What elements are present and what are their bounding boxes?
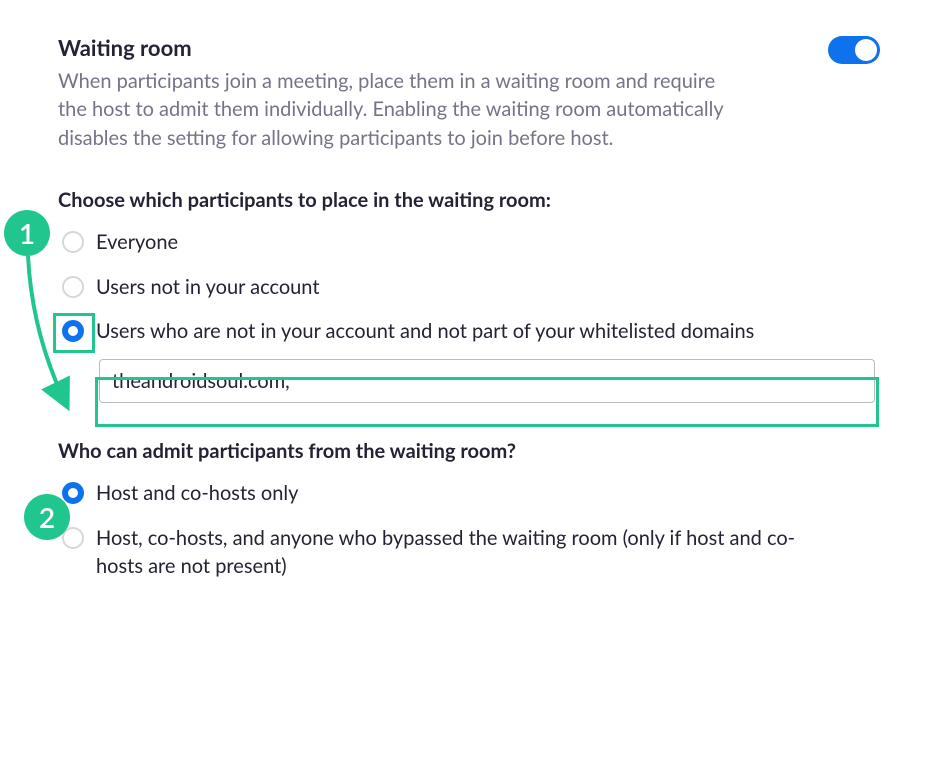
admit-section-label: Who can admit participants from the wait…: [58, 439, 880, 463]
radio-not-in-account[interactable]: Users not in your account: [58, 273, 880, 301]
radio-label: Users who are not in your account and no…: [96, 317, 754, 345]
whitelisted-domains-input[interactable]: [99, 359, 875, 403]
radio-label: Users not in your account: [96, 273, 320, 301]
radio-label: Host and co-hosts only: [96, 479, 298, 507]
radio-icon: [62, 320, 84, 342]
annotation-badge-1: 1: [4, 210, 50, 256]
setting-title: Waiting room: [58, 34, 738, 61]
radio-host-cohosts-anyone[interactable]: Host, co-hosts, and anyone who bypassed …: [58, 524, 880, 581]
radio-label: Everyone: [96, 228, 178, 256]
waiting-room-toggle[interactable]: [828, 36, 880, 64]
setting-description: When participants join a meeting, place …: [58, 67, 738, 152]
radio-whitelisted-domains[interactable]: Users who are not in your account and no…: [58, 317, 880, 345]
participants-section-label: Choose which participants to place in th…: [58, 188, 880, 212]
settings-section: Waiting room When participants join a me…: [58, 34, 880, 581]
annotation-badge-2: 2: [24, 494, 70, 540]
radio-icon: [62, 231, 84, 253]
radio-label: Host, co-hosts, and anyone who bypassed …: [96, 524, 836, 581]
radio-host-cohosts-only[interactable]: Host and co-hosts only: [58, 479, 880, 507]
radio-icon: [62, 276, 84, 298]
radio-everyone[interactable]: Everyone: [58, 228, 880, 256]
radio-icon: [62, 482, 84, 504]
